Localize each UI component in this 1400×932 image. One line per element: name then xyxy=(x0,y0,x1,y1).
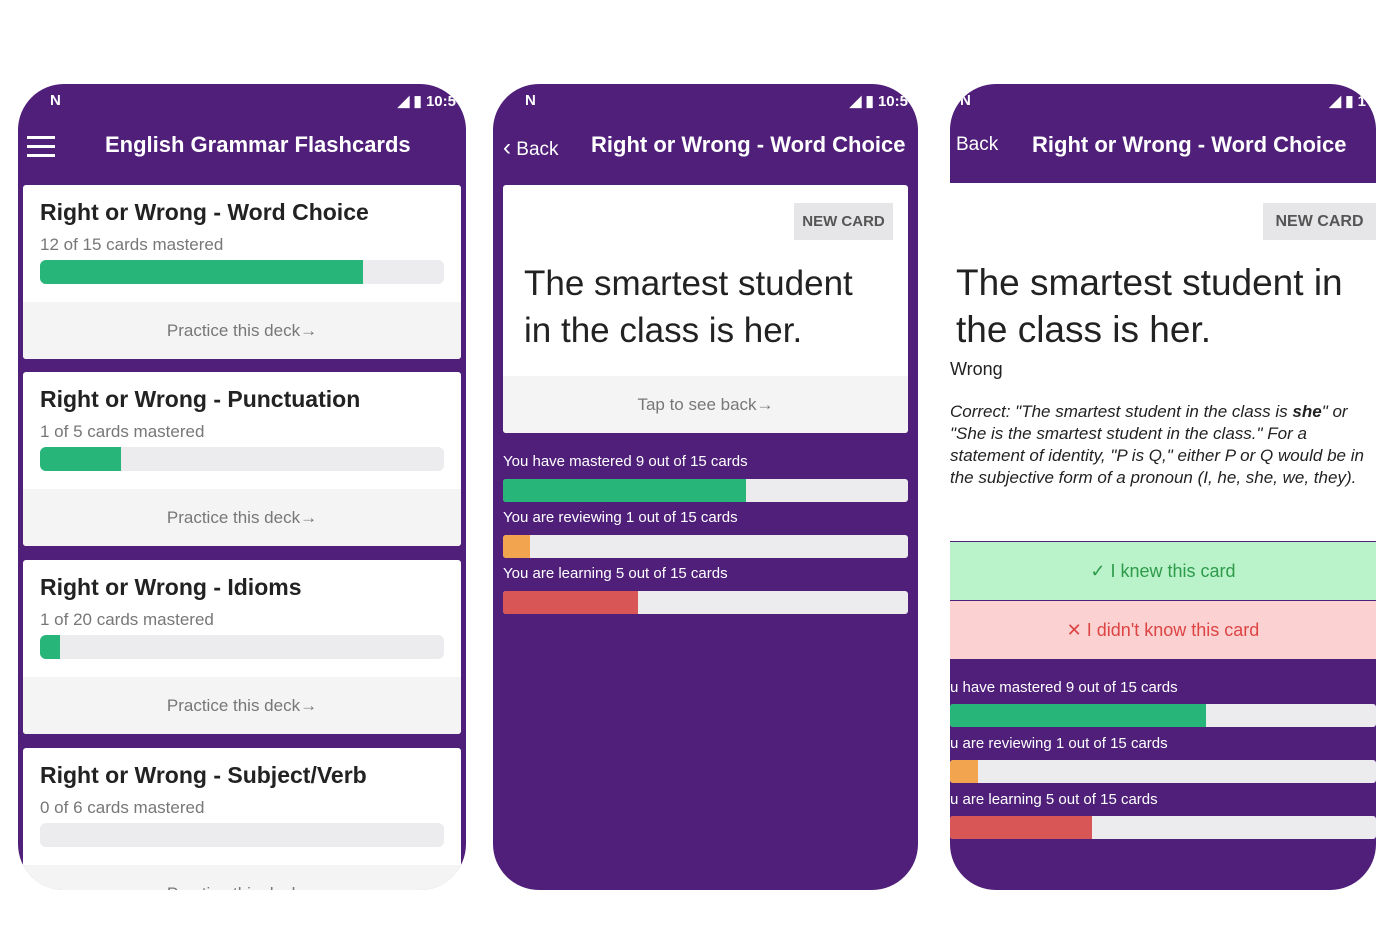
new-card-badge: NEW CARD xyxy=(1263,203,1376,240)
notification-icon: N xyxy=(525,92,536,109)
new-card-badge: NEW CARD xyxy=(794,203,893,240)
stat-label: u are learning 5 out of 15 cards xyxy=(950,791,1158,808)
deck-progress-fill xyxy=(40,635,61,659)
deck-title: Right or Wrong - Idioms xyxy=(40,574,302,600)
practice-deck-button[interactable]: Practice this deck→ xyxy=(23,302,461,359)
stat-label: You are reviewing 1 out of 15 cards xyxy=(503,509,738,526)
deck-progress-fill xyxy=(40,447,121,471)
deck-title: Right or Wrong - Subject/Verb xyxy=(40,762,367,788)
stat-bar-fill xyxy=(950,704,1206,727)
stat-bar xyxy=(950,760,1376,783)
stat-label: You are learning 5 out of 15 cards xyxy=(503,565,728,582)
signal-icon: ◢ ▮ xyxy=(1329,93,1358,110)
explanation-bold: she xyxy=(1292,402,1322,421)
stat-bar xyxy=(503,479,908,502)
stat-bar-fill xyxy=(950,760,979,783)
back-label: Back xyxy=(516,139,559,160)
didnt-know-card-button[interactable]: ✕ I didn't know this card xyxy=(950,601,1376,659)
deck-list-screen: N ◢ ▮ 10:5 English Grammar Flashcards Rig… xyxy=(18,84,466,890)
practice-deck-button[interactable]: Practice this deck→ xyxy=(23,489,461,546)
stat-bar xyxy=(503,535,908,558)
signal-icon: ◢ ▮ xyxy=(849,93,878,110)
deck-progress-text: 1 of 20 cards mastered xyxy=(40,610,214,629)
deck-card[interactable]: Right or Wrong - Idioms 1 of 20 cards ma… xyxy=(23,560,461,734)
stat-bar-fill xyxy=(950,816,1092,839)
deck-card[interactable]: Right or Wrong - Word Choice 12 of 15 ca… xyxy=(23,185,461,359)
stat-label: u are reviewing 1 out of 15 cards xyxy=(950,735,1168,752)
deck-progress-text: 1 of 5 cards mastered xyxy=(40,422,205,441)
arrow-right-icon: → xyxy=(300,696,318,715)
deck-progress-bar xyxy=(40,823,444,847)
flashcard[interactable]: NEW CARD The smartest student in the cla… xyxy=(503,185,908,433)
practice-label: Practice this deck xyxy=(166,508,301,527)
deck-progress-text: 0 of 6 cards mastered xyxy=(40,798,205,817)
arrow-right-icon: → xyxy=(300,321,318,340)
stat-bar xyxy=(950,704,1376,727)
stat-bar-fill xyxy=(503,479,746,502)
deck-progress-bar xyxy=(40,447,444,471)
stat-label: You have mastered 9 out of 15 cards xyxy=(503,453,748,470)
explanation: Correct: "The smartest student in the cl… xyxy=(950,401,1372,489)
stat-bar-fill xyxy=(503,535,530,558)
notification-icon: N xyxy=(50,92,61,109)
deck-card[interactable]: Right or Wrong - Punctuation 1 of 5 card… xyxy=(23,372,461,546)
practice-deck-button[interactable]: Practice this deck→ xyxy=(23,865,461,890)
clock: 10:5 xyxy=(425,93,456,110)
back-label: Back xyxy=(956,134,999,155)
status-bar: N ◢ ▮ 10:5 xyxy=(18,90,466,114)
deck-title: Right or Wrong - Word Choice xyxy=(591,132,906,157)
deck-title: Right or Wrong - Punctuation xyxy=(40,386,361,412)
card-back-screen: N ◢ ▮ 1 Back Right or Wrong - Word Choice… xyxy=(950,84,1376,890)
stat-bar xyxy=(950,816,1376,839)
card-back: NEW CARD The smartest student in the cla… xyxy=(950,183,1376,541)
check-icon: ✓ xyxy=(1090,561,1106,581)
practice-label: Practice this deck xyxy=(166,696,301,715)
knew-label: I knew this card xyxy=(1110,561,1236,581)
deck-progress-fill xyxy=(40,260,364,284)
deck-title: Right or Wrong - Word Choice xyxy=(40,199,369,225)
practice-deck-button[interactable]: Practice this deck→ xyxy=(23,677,461,734)
deck-progress-bar xyxy=(40,635,444,659)
knew-card-button[interactable]: ✓ I knew this card xyxy=(950,542,1376,600)
status-bar: N ◢ ▮ 10:5 xyxy=(493,90,918,114)
notification-icon: N xyxy=(960,92,971,109)
verdict: Wrong xyxy=(950,359,1003,379)
stat-label: u have mastered 9 out of 15 cards xyxy=(950,679,1178,696)
card-text: The smartest student in the class is her… xyxy=(956,262,1343,350)
deck-progress-bar xyxy=(40,260,444,284)
x-icon: ✕ xyxy=(1066,620,1082,640)
tap-label: Tap to see back xyxy=(637,395,757,414)
back-button[interactable]: Back xyxy=(956,134,998,156)
arrow-right-icon: → xyxy=(300,508,318,527)
deck-progress-text: 12 of 15 cards mastered xyxy=(40,235,224,254)
app-title: English Grammar Flashcards xyxy=(105,132,411,157)
stat-bar xyxy=(503,591,908,614)
didnt-label: I didn't know this card xyxy=(1086,620,1260,640)
tap-to-see-back-button[interactable]: Tap to see back→ xyxy=(503,376,908,433)
hamburger-menu-icon[interactable] xyxy=(27,136,55,163)
deck-card[interactable]: Right or Wrong - Subject/Verb 0 of 6 car… xyxy=(23,748,461,890)
clock: 10:5 xyxy=(877,93,908,110)
status-bar: N ◢ ▮ 1 xyxy=(950,90,1376,114)
explanation-text: Correct: "The smartest student in the cl… xyxy=(950,402,1293,421)
card-front-screen: N ◢ ▮ 10:5 ‹ Back Right or Wrong - Word C… xyxy=(493,84,918,890)
deck-title: Right or Wrong - Word Choice xyxy=(1032,132,1347,157)
stat-bar-fill xyxy=(503,591,638,614)
back-button[interactable]: ‹ Back xyxy=(503,134,559,162)
signal-icon: ◢ ▮ xyxy=(397,93,426,110)
chevron-left-icon: ‹ xyxy=(503,134,511,161)
practice-label: Practice this deck xyxy=(167,884,300,890)
arrow-right-icon: → xyxy=(300,884,317,890)
clock: 1 xyxy=(1357,93,1366,110)
arrow-right-icon: → xyxy=(756,395,774,414)
card-text: The smartest student in the class is her… xyxy=(524,264,853,350)
practice-label: Practice this deck xyxy=(166,321,301,340)
